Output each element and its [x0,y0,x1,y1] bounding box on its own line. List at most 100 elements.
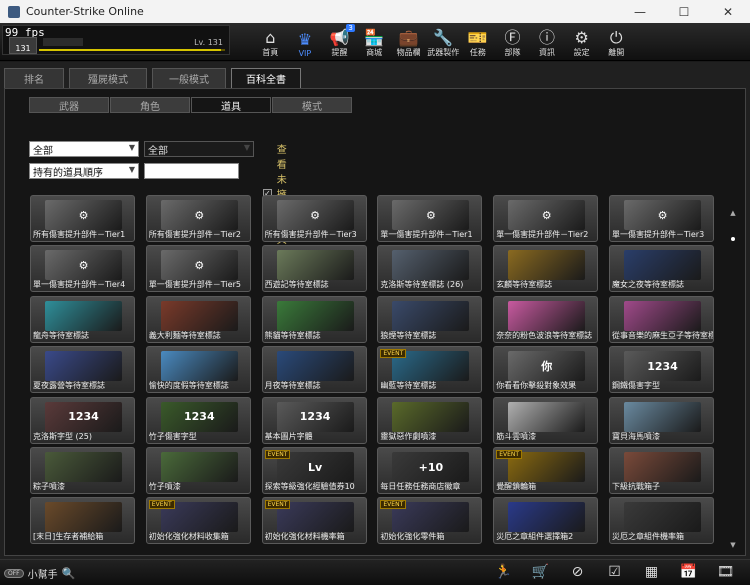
helper-pill[interactable]: OFF [4,569,24,578]
item-label: 夏夜露營等待室標誌 [33,381,105,391]
subtab-1[interactable]: 角色 [110,97,190,113]
search-input[interactable] [144,163,239,179]
user-panel[interactable]: 99 fps 131 Lv. 131 [2,25,230,55]
tab-0[interactable]: 排名 [4,68,64,88]
item-card[interactable]: EVENT 初始化強化材料機率箱 [261,497,367,545]
nav-weapon-craft-button[interactable]: 🔧 武器製作 [426,23,461,61]
item-card[interactable]: 義大利麵等待室標誌 [145,295,251,343]
category-select[interactable]: 全部 ▼ [29,141,139,157]
item-card[interactable]: 狼煙等待室標誌 [377,295,483,343]
item-card[interactable]: ⚙ 單一傷害提升部件－Tier3 [609,195,714,242]
item-card[interactable]: EVENT 初始化強化材料收集箱 [145,497,251,545]
calendar-icon[interactable]: 📅 [670,564,707,580]
item-card[interactable]: 竹子噴漆 [145,447,251,494]
subcategory-select[interactable]: 全部 ▼ [144,141,254,157]
runner-icon[interactable]: 🏃 [485,564,522,580]
item-card[interactable]: 龍舟等待室標誌 [30,295,135,343]
nav-home-button[interactable]: ⌂ 首頁 [253,23,288,61]
nav-shop-button[interactable]: 🏪 商城 [357,23,392,61]
tab-2[interactable]: 一般模式 [152,68,226,88]
item-label: 單一傷害提升部件－Tier2 [496,230,589,239]
item-card[interactable]: ⚙ 單一傷害提升部件－Tier1 [377,195,483,242]
item-card[interactable]: ⚙ 所有傷害提升部件－Tier1 [30,195,135,242]
compass-icon[interactable]: ⊘ [559,564,596,580]
item-card[interactable]: 月夜等待室標誌 [261,346,367,394]
item-card[interactable]: 粽子噴漆 [30,447,135,494]
item-card[interactable]: 你你看看你擊殺對象效果 [493,346,599,394]
item-card[interactable]: 玄麟等待室標誌 [493,245,599,293]
nav-info-button[interactable]: ⓘ 資訊 [530,23,565,61]
item-thumbnail: 1234 [160,401,238,432]
item-card[interactable]: 災厄之章組件選擇箱2 [493,497,599,545]
item-card[interactable]: 1234 克洛斯字型 (25) [30,396,135,444]
item-card[interactable]: EVENT 覺醒鎖輪箱 [493,447,599,494]
checklist-icon[interactable]: ☑ [596,564,633,580]
item-card[interactable]: 熊貓等待室標誌 [261,295,367,343]
nav-megaphone-button[interactable]: 📢 提醒 3 [322,23,357,61]
item-card[interactable]: ⚙ 單一傷害提升部件－Tier4 [30,245,135,293]
app-icon [8,5,20,18]
item-card[interactable]: 克洛斯等待室標誌 (26) [377,245,483,293]
chest-icon[interactable]: ▦ [633,564,670,580]
grid-scrollbar[interactable]: ▲ ▼ [729,209,737,549]
item-card[interactable]: 筋斗雲噴漆 [493,396,599,444]
item-card[interactable]: 1234 基本圖片字體 [261,396,367,444]
scroll-up-icon[interactable]: ▲ [729,209,737,217]
item-card[interactable]: 夏夜露營等待室標誌 [30,346,135,394]
nav-bag-button[interactable]: 💼 物品欄 [391,23,426,61]
nav-power-button[interactable]: ⏻ 離開 [599,23,634,61]
close-button[interactable]: ✕ [706,0,750,23]
item-card[interactable]: 從事音樂的麻生亞子等待室標誌 [609,295,714,343]
window-title: Counter-Strike Online [26,5,144,18]
item-thumbnail: ⚙ [508,200,586,230]
item-card[interactable]: 奈奈的粉色波浪等待室標誌 [493,295,599,343]
maximize-button[interactable]: ☐ [662,0,706,23]
item-label: 粽子噴漆 [33,482,65,491]
item-card[interactable]: 1234 鋼鐵傷害字型 [609,346,714,394]
xp-bar [39,49,225,51]
item-card[interactable]: ⚙ 單一傷害提升部件－Tier5 [145,245,251,293]
ticket-icon: 🎫 [467,28,488,47]
helper-label: 小幫手 [27,570,58,581]
item-thumbnail: 1234 [624,351,701,382]
film-icon[interactable]: 🎞 [707,564,744,580]
helper-toggle[interactable]: OFF 小幫手 🔍 [4,566,75,581]
scroll-down-icon[interactable]: ▼ [729,541,737,549]
scroll-thumb[interactable] [731,237,735,241]
item-card[interactable]: ⚙ 所有傷害提升部件－Tier2 [145,195,251,242]
tab-1[interactable]: 殭屍模式 [69,68,147,88]
cart-icon[interactable]: 🛒 [522,564,559,580]
home-icon: ⌂ [265,28,276,47]
search-icon[interactable]: 🔍 [62,567,76,580]
item-card[interactable]: 魔女之夜等待室標誌 [609,245,714,293]
item-card[interactable]: EVENT 初始化強化零件箱 [377,497,483,545]
item-card[interactable]: 愉快的度假等待室標誌 [145,346,251,394]
item-card[interactable]: ⚙ 所有傷害提升部件－Tier3 [261,195,367,242]
item-card[interactable]: 靈獄惡作劇噴漆 [377,396,483,444]
nav-ticket-button[interactable]: 🎫 任務 [461,23,496,61]
item-label: 初始化強化零件箱 [380,532,445,542]
nav-gear-button[interactable]: ⚙ 設定 [564,23,599,61]
item-card[interactable]: [末日]生存者補給箱 [30,497,135,545]
item-card[interactable]: +10 每日任務任務商店徽章 [377,447,483,494]
item-card[interactable]: ⚙ 單一傷害提升部件－Tier2 [493,195,599,242]
item-label: 所有傷害提升部件－Tier1 [33,230,126,239]
power-icon: ⏻ [609,28,623,47]
sort-select[interactable]: 持有的道具順序 ▼ [29,163,139,179]
item-card[interactable]: 1234 竹子傷害字型 [145,396,251,444]
item-card[interactable]: 災厄之章組件機率箱 [609,497,714,545]
minimize-button[interactable]: — [618,0,662,23]
subtab-0[interactable]: 武器 [29,97,109,113]
item-card[interactable]: 下級抗戰箱子 [609,447,714,494]
nav-clan-button[interactable]: Ⓕ 部隊 [495,23,530,61]
username-redacted [43,38,83,46]
item-card[interactable]: 西遊記等待室標誌 [261,245,367,293]
item-card[interactable]: Lv EVENT 探索等級強化經驗值券10 [261,447,367,494]
subtab-2[interactable]: 道具 [191,97,271,113]
nav-crown-button[interactable]: ♛ VIP [288,23,323,61]
subtab-3[interactable]: 模式 [272,97,352,113]
item-card[interactable]: EVENT 幽藍等待室標誌 [377,346,483,394]
item-card[interactable]: 寶貝海馬噴漆 [609,396,714,444]
item-label: 初始化強化材料收集箱 [148,532,229,542]
tab-3[interactable]: 百科全書 [231,68,301,88]
